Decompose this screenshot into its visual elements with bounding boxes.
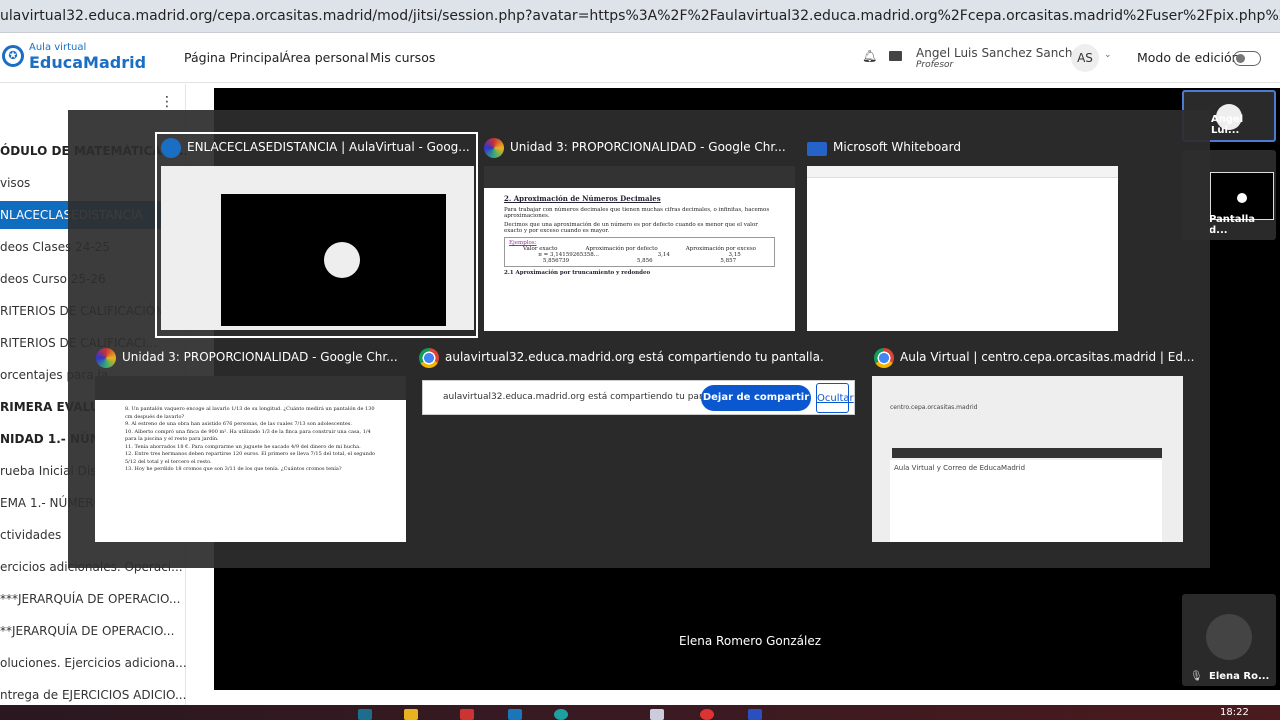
doc-paragraph: Decimos que una aproximación de un númer…	[504, 222, 758, 234]
sidebar-item[interactable]: **JERARQUÍA DE OPERACIO...	[0, 617, 186, 645]
educamadrid-icon	[161, 138, 181, 158]
app-icon	[484, 138, 504, 158]
filmstrip-tile-elena[interactable]: 🎙︎ Elena Ro...	[1182, 594, 1276, 686]
nav-area-personal[interactable]: Área personal	[282, 50, 369, 65]
mic-muted-icon: 🎙︎	[1190, 671, 1203, 682]
taskbar-app-icon[interactable]	[650, 709, 664, 720]
avatar[interactable]: AS	[1071, 44, 1099, 72]
window-preview	[161, 166, 474, 330]
screen-share-bar: aulavirtual32.educa.madrid.org está comp…	[422, 380, 855, 415]
windows-taskbar: 18:22	[0, 705, 1280, 720]
window-tile-whiteboard[interactable]: Microsoft Whiteboard	[803, 134, 1123, 334]
file-explorer-icon[interactable]	[404, 709, 418, 720]
share-bar-text: aulavirtual32.educa.madrid.org está comp…	[443, 392, 728, 402]
window-tile-aula-virtual[interactable]: Aula Virtual | centro.cepa.orcasitas.mad…	[870, 344, 1194, 544]
window-tile-enlaceclase[interactable]: ENLACECLASEDISTANCIA | AulaVirtual - Goo…	[155, 132, 478, 338]
clock: 18:22	[1220, 707, 1249, 718]
hide-button[interactable]: Ocultar	[816, 383, 854, 413]
taskbar-app-icon[interactable]	[460, 709, 474, 720]
app-icon	[96, 348, 116, 368]
participant-name: Pantalla d...	[1209, 214, 1256, 236]
messages-icon[interactable]	[889, 51, 902, 61]
educamadrid-logo-icon[interactable]: ✪	[2, 45, 24, 67]
user-name: Angel Luis Sanchez Sanchez	[916, 46, 1087, 60]
whiteboard-icon	[807, 142, 827, 156]
speaker-name: Elena Romero González	[678, 634, 822, 648]
more-options-icon[interactable]: ⋮	[160, 94, 174, 110]
user-role: Profesor	[916, 60, 954, 70]
sidebar-item[interactable]: ***JERARQUÍA DE OPERACIO...	[0, 585, 186, 613]
window-preview	[807, 166, 1118, 331]
window-title: Microsoft Whiteboard	[833, 140, 961, 154]
nav-pagina-principal[interactable]: Página Principal	[184, 50, 283, 65]
window-preview: 8. Un pantalón vaquero encoge al lavarlo…	[95, 376, 406, 542]
window-tile-sharing[interactable]: aulavirtual32.educa.madrid.org está comp…	[415, 344, 865, 374]
nav-mis-cursos[interactable]: Mis cursos	[370, 50, 435, 65]
chevron-down-icon[interactable]: ⌄	[1104, 50, 1112, 60]
window-tile-unidad3-b[interactable]: Unidad 3: PROPORCIONALIDAD - Google Chr.…	[92, 344, 408, 544]
participant-name: Elena Ro...	[1209, 671, 1270, 682]
doc-paragraph: Para trabajar con números decimales que …	[504, 207, 770, 219]
window-title: ENLACECLASEDISTANCIA | AulaVirtual - Goo…	[187, 140, 470, 154]
window-title: Unidad 3: PROPORCIONALIDAD - Google Chr.…	[510, 140, 786, 154]
sidebar-item[interactable]: oluciones. Ejercicios adiciona...	[0, 649, 186, 677]
taskbar-app-icon[interactable]	[358, 709, 372, 720]
whiteboard-taskbar-icon[interactable]	[748, 709, 762, 720]
doc-subheading: 2.1 Aproximación por truncamiento y redo…	[504, 270, 651, 276]
participant-name: Angel Lui...	[1211, 114, 1244, 136]
window-title: Unidad 3: PROPORCIONALIDAD - Google Chr.…	[122, 350, 398, 364]
chrome-taskbar-icon[interactable]	[700, 709, 714, 720]
stop-sharing-button[interactable]: Dejar de compartir	[701, 385, 811, 411]
bell-icon[interactable]: 🔔︎	[862, 49, 877, 63]
address-bar[interactable]: ulavirtual32.educa.madrid.org/cepa.orcas…	[0, 0, 1280, 33]
url-text: ulavirtual32.educa.madrid.org/cepa.orcas…	[0, 8, 1280, 24]
window-title: aulavirtual32.educa.madrid.org está comp…	[445, 350, 824, 364]
window-title: Aula Virtual | centro.cepa.orcasitas.mad…	[900, 350, 1195, 364]
edit-mode-toggle[interactable]	[1233, 51, 1261, 66]
edge-icon[interactable]	[554, 709, 568, 720]
logo-small-text: Aula virtual	[29, 42, 87, 53]
window-preview: 2. Aproximación de Números Decimales Par…	[484, 166, 795, 331]
doc-heading: 2. Aproximación de Números Decimales	[504, 194, 661, 203]
window-tile-unidad3-a[interactable]: Unidad 3: PROPORCIONALIDAD - Google Chr.…	[480, 134, 800, 334]
edit-mode-label: Modo de edición	[1137, 50, 1240, 65]
chrome-icon	[874, 348, 894, 368]
chrome-icon	[419, 348, 439, 368]
taskbar-app-icon[interactable]	[508, 709, 522, 720]
window-preview: centro.cepa.orcasitas.madrid Aula Virtua…	[872, 376, 1183, 542]
logo-big-text[interactable]: EducaMadrid	[29, 53, 146, 72]
